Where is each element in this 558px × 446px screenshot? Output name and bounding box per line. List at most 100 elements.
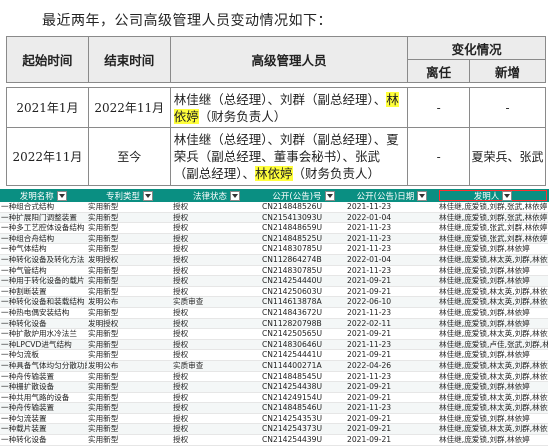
table-cell[interactable]: 2021-11-23: [346, 402, 438, 414]
table-cell[interactable]: 2021-09-21: [346, 392, 438, 404]
filter-dropdown-icon[interactable]: [56, 191, 67, 201]
filter-dropdown-icon[interactable]: [324, 191, 335, 201]
table-cell[interactable]: 2022-01-04: [346, 254, 438, 266]
table-cell[interactable]: 实用新型: [87, 202, 172, 213]
table-cell[interactable]: 授权: [172, 318, 261, 330]
table-cell[interactable]: 2021-11-23: [346, 233, 438, 245]
table-cell[interactable]: 实用新型: [87, 413, 172, 425]
table-cell[interactable]: 实用新型: [87, 275, 172, 287]
table-cell[interactable]: 一种转化设备: [0, 318, 87, 330]
table-cell[interactable]: 一种舟传输装置: [0, 402, 87, 414]
table-cell[interactable]: CN214254353U: [261, 413, 346, 425]
table-cell[interactable]: 林佳继,庞爱锁,刘群,张武,林依婷: [438, 202, 548, 213]
table-cell[interactable]: 一种转化设备和装载结构: [0, 296, 87, 308]
table-cell[interactable]: 林佳继,庞爱锁,林太英,刘群,林依婷: [438, 402, 548, 414]
table-cell[interactable]: CN215413093U: [261, 212, 346, 224]
table-cell[interactable]: 2021-09-21: [346, 434, 438, 446]
column-header[interactable]: 法律状态: [172, 189, 262, 202]
table-cell[interactable]: 2021-09-21: [346, 423, 438, 436]
table-cell[interactable]: 实用新型: [87, 286, 172, 298]
table-cell[interactable]: 授权: [172, 402, 261, 414]
table-cell[interactable]: CN214830785U: [261, 243, 346, 255]
table-cell[interactable]: CN214848526U: [261, 202, 346, 213]
table-cell[interactable]: 授权: [172, 222, 261, 234]
table-cell[interactable]: 一种舟传输装置: [0, 371, 87, 383]
table-cell[interactable]: 2022-04-26: [346, 360, 438, 372]
table-cell[interactable]: 一种用于转化设备的载片: [0, 275, 87, 287]
table-cell[interactable]: 2021-09-21: [346, 328, 438, 340]
table-cell[interactable]: 实用新型: [87, 233, 172, 245]
table-cell[interactable]: CN112820798B: [261, 318, 346, 330]
table-cell[interactable]: 实用新型: [87, 339, 172, 351]
table-cell[interactable]: 林佳继,庞爱锁,刘群,林依婷: [438, 434, 548, 446]
table-cell[interactable]: 一种栅扩散设备: [0, 381, 87, 393]
table-cell[interactable]: 林佳继,庞爱锁,林太英,刘群,林依婷: [438, 286, 548, 298]
table-cell[interactable]: 一种共用气路的设备: [0, 392, 87, 404]
table-cell[interactable]: 授权: [172, 212, 261, 224]
filter-dropdown-icon[interactable]: [230, 191, 240, 201]
table-cell[interactable]: CN214830785U: [261, 265, 346, 277]
table-cell[interactable]: CN214254441U: [261, 349, 346, 361]
table-cell[interactable]: 2022-02-11: [346, 318, 438, 330]
table-cell[interactable]: 一种多工艺腔体设备结构: [0, 222, 87, 234]
table-cell[interactable]: 2021-11-23: [346, 339, 438, 351]
table-cell[interactable]: CN114613878A: [261, 296, 346, 308]
table-cell[interactable]: 林佳继,庞爱锁,林太英,刘群,林依婷: [438, 423, 548, 436]
table-cell[interactable]: CN214843672U: [261, 307, 346, 319]
filter-dropdown-icon[interactable]: [417, 191, 428, 201]
table-cell[interactable]: CN214830646U: [261, 339, 346, 351]
table-cell[interactable]: 2021-09-21: [346, 286, 438, 298]
table-cell[interactable]: 林佳继,庞爱锁,刘群,林依婷: [438, 413, 548, 425]
table-cell[interactable]: 2021-09-21: [346, 349, 438, 361]
table-cell[interactable]: 授权: [172, 434, 261, 446]
column-header[interactable]: 发明人: [438, 189, 549, 202]
table-cell[interactable]: 林佳继,庞爱锁,刘群,林依婷: [438, 349, 548, 361]
table-cell[interactable]: 实用新型: [87, 402, 172, 414]
table-cell[interactable]: 2021-09-21: [346, 381, 438, 393]
table-cell[interactable]: 实用新型: [87, 392, 172, 404]
table-cell[interactable]: 实质审查: [172, 360, 261, 372]
table-cell[interactable]: 林佳继,庞爱锁,林太英,刘群,林依婷: [438, 296, 548, 308]
table-cell[interactable]: 一种匀流板: [0, 349, 87, 361]
table-cell[interactable]: 授权: [172, 381, 261, 393]
table-cell[interactable]: 一种LPCVD进气结构: [0, 339, 87, 351]
table-cell[interactable]: 一种具备气体均匀分散功能: [0, 360, 87, 372]
table-cell[interactable]: 林佳继,庞爱锁,林太英,刘群,林依婷: [438, 328, 548, 340]
table-cell[interactable]: 林佳继,庞爱锁,林太英,刘群,林依婷: [438, 360, 548, 372]
table-cell[interactable]: 发明授权: [87, 254, 172, 266]
table-cell[interactable]: 2021-09-21: [346, 275, 438, 287]
table-cell[interactable]: 2022-06-10: [346, 296, 438, 308]
table-cell[interactable]: 授权: [172, 349, 261, 361]
table-cell[interactable]: 授权: [172, 286, 261, 298]
table-cell[interactable]: CN214249154U: [261, 392, 346, 404]
table-cell[interactable]: 一种扩散炉用水冷法兰: [0, 328, 87, 340]
table-cell[interactable]: CN214254438U: [261, 381, 346, 393]
table-cell[interactable]: CN112864274B: [261, 254, 346, 266]
table-cell[interactable]: 实用新型: [87, 349, 172, 361]
table-cell[interactable]: 林佳继,庞爱锁,林太英,刘群,林依婷: [438, 254, 548, 266]
table-cell[interactable]: 授权: [172, 202, 261, 213]
column-header[interactable]: 公开(公告)日期: [346, 189, 439, 202]
table-cell[interactable]: 实用新型: [87, 328, 172, 340]
table-cell[interactable]: 一种匀流装置: [0, 413, 87, 425]
table-cell[interactable]: 2021-11-23: [346, 307, 438, 319]
table-cell[interactable]: 授权: [172, 233, 261, 245]
table-cell[interactable]: 林佳继,庞爱锁,张武,刘群,林依婷: [438, 222, 548, 234]
table-cell[interactable]: 发明公布: [87, 360, 172, 372]
table-cell[interactable]: 实用新型: [87, 265, 172, 277]
table-cell[interactable]: CN114400271A: [261, 360, 346, 372]
table-cell[interactable]: 2021-09-21: [346, 413, 438, 425]
table-cell[interactable]: 林佳继,庞爱锁,刘群,林依婷: [438, 381, 548, 393]
table-cell[interactable]: 实用新型: [87, 423, 172, 436]
table-cell[interactable]: 林佳继,庞爱锁,刘群,张武,林依婷: [438, 212, 548, 224]
table-cell[interactable]: 授权: [172, 339, 261, 351]
table-cell[interactable]: 一种气体结构: [0, 243, 87, 255]
table-cell[interactable]: 发明授权: [87, 318, 172, 330]
table-cell[interactable]: 授权: [172, 423, 261, 436]
table-cell[interactable]: 2021-11-23: [346, 222, 438, 234]
table-cell[interactable]: 一种载片装置: [0, 423, 87, 436]
table-cell[interactable]: 林佳继,庞爱锁,张武,刘群,林依婷: [438, 233, 548, 245]
table-cell[interactable]: CN214254439U: [261, 434, 346, 446]
filter-dropdown-icon[interactable]: [502, 191, 513, 201]
table-cell[interactable]: CN214848525U: [261, 233, 346, 245]
